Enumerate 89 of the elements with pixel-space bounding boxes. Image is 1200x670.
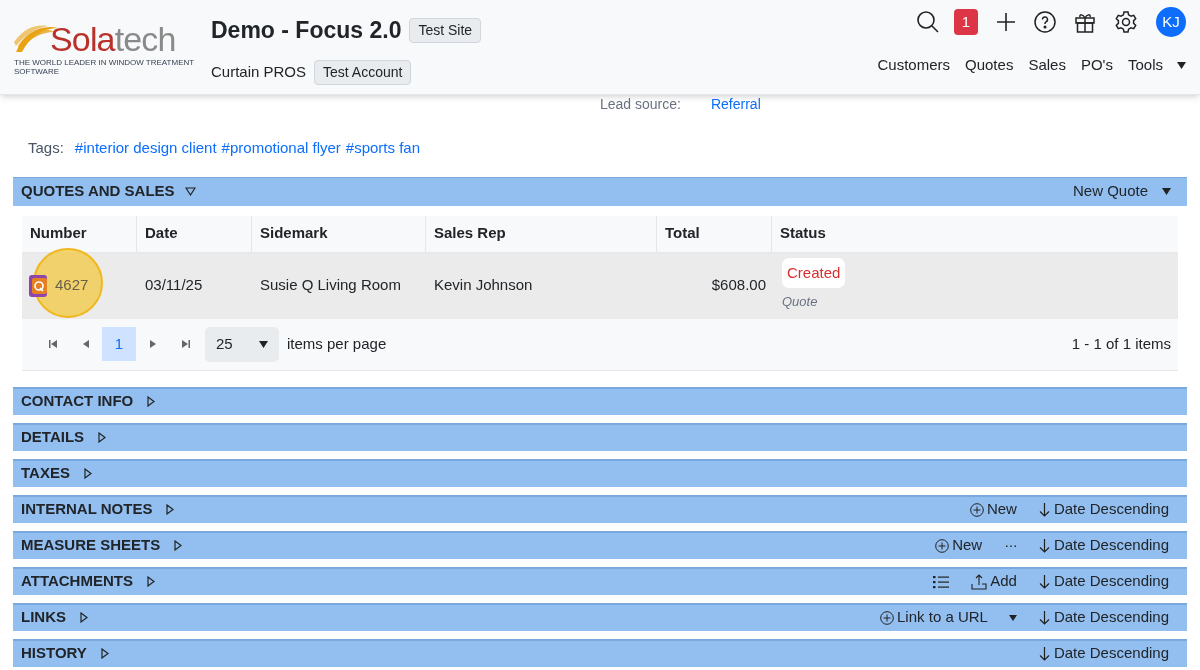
- user-avatar[interactable]: KJ: [1156, 7, 1186, 37]
- expand-icon: [80, 612, 88, 623]
- expand-icon: [146, 576, 155, 587]
- site-badge: Test Site: [409, 17, 482, 43]
- arrow-down-icon: [1038, 502, 1050, 517]
- arrow-down-icon: [1038, 538, 1050, 553]
- section-header[interactable]: MEASURE SHEETS New ··· Date Descending: [13, 530, 1187, 559]
- sort-button[interactable]: Date Descending: [1038, 642, 1179, 665]
- plus-icon[interactable]: [996, 12, 1016, 32]
- quote-type-icon: [29, 274, 47, 297]
- sort-button[interactable]: Date Descending: [1038, 498, 1179, 521]
- column-header[interactable]: Total: [665, 222, 700, 245]
- section-header[interactable]: HISTORY Date Descending: [13, 638, 1187, 667]
- column-header[interactable]: Status: [780, 222, 826, 245]
- arrow-down-icon: [1038, 610, 1050, 625]
- expand-icon: [98, 432, 107, 443]
- page-size-label: items per page: [287, 333, 387, 354]
- expand-icon: [100, 648, 109, 659]
- section-header[interactable]: LINKS Link to a URL Date Descending: [13, 602, 1187, 631]
- logo-text: Solatech: [50, 22, 176, 56]
- notification-badge[interactable]: 1: [954, 9, 978, 35]
- previous-page-icon: [82, 340, 89, 348]
- collapse-icon: [184, 187, 196, 196]
- tags-label: Tags:: [28, 138, 64, 158]
- first-page-icon: [48, 340, 57, 348]
- add-button[interactable]: Add: [971, 570, 1017, 593]
- sort-button[interactable]: Date Descending: [1038, 606, 1179, 629]
- section-header[interactable]: QUOTES AND SALES New Quote: [13, 176, 1187, 206]
- arrow-down-icon: [1038, 646, 1050, 661]
- plus-circle-icon: [969, 502, 984, 517]
- nav-link[interactable]: Sales: [1028, 54, 1066, 77]
- table-cell-text: Susie Q Living Room: [260, 275, 401, 296]
- caret-icon: [259, 340, 268, 348]
- gift-icon[interactable]: [1074, 11, 1096, 33]
- page-button[interactable]: 1: [102, 327, 136, 361]
- column-header[interactable]: Number: [30, 222, 87, 245]
- search-icon[interactable]: [916, 10, 940, 34]
- more-button[interactable]: ···: [1004, 534, 1017, 557]
- table-cell-text: 03/11/25: [145, 275, 203, 296]
- sort-button[interactable]: Date Descending: [1038, 534, 1179, 557]
- section-header[interactable]: ATTACHMENTS Add Date Descending: [13, 566, 1187, 595]
- upload-icon: [971, 573, 988, 590]
- status-badge: Created: [782, 257, 846, 288]
- expand-icon: [83, 468, 92, 479]
- column-header[interactable]: Date: [145, 222, 178, 245]
- next-page-icon: [149, 340, 156, 348]
- nav-link[interactable]: Tools: [1127, 54, 1186, 77]
- column-header[interactable]: Sidemark: [260, 222, 328, 245]
- page-size-dropdown[interactable]: 25: [205, 326, 279, 362]
- tag-link[interactable]: #interior design client: [74, 137, 217, 160]
- caret-icon: [1162, 188, 1171, 195]
- lead-source-link[interactable]: Referral: [710, 97, 761, 111]
- link-url-dropdown[interactable]: Link to a URL: [880, 606, 1017, 629]
- sort-button[interactable]: Date Descending: [1038, 570, 1179, 593]
- table-cell-text: $608.00: [711, 275, 766, 296]
- pager-summary: 1 - 1 of 1 items: [1071, 333, 1171, 354]
- new-quote-dropdown[interactable]: New Quote: [1072, 180, 1179, 203]
- new-button[interactable]: New: [935, 534, 983, 557]
- nav-link[interactable]: Quotes: [965, 54, 1014, 77]
- logo-tagline: THE WORLD LEADER IN WINDOW TREATMENT SOFTWARE: [14, 58, 194, 76]
- plus-circle-icon: [935, 538, 950, 553]
- section-header[interactable]: DETAILS: [13, 422, 1187, 451]
- caret-icon: [1008, 614, 1017, 621]
- site-title: Demo - Focus 2.0: [211, 16, 402, 45]
- plus-circle-icon: [880, 610, 895, 625]
- section-header[interactable]: CONTACT INFO: [13, 386, 1187, 415]
- table-cell-text: Kevin Johnson: [434, 275, 533, 296]
- section-header[interactable]: INTERNAL NOTES New Date Descending: [13, 494, 1187, 523]
- field-label: Lead source:: [600, 97, 681, 111]
- help-icon[interactable]: [1034, 11, 1056, 33]
- column-header[interactable]: Sales Rep: [434, 222, 506, 245]
- settings-icon[interactable]: [1114, 10, 1138, 34]
- expand-icon: [166, 504, 175, 515]
- tag-link[interactable]: #sports fan: [345, 137, 421, 160]
- quote-number-link[interactable]: 4627: [55, 274, 89, 297]
- expand-icon: [147, 396, 156, 407]
- new-button[interactable]: New: [969, 498, 1017, 521]
- record-type: Quote: [782, 293, 818, 311]
- last-page-icon: [181, 340, 190, 348]
- section-header[interactable]: TAXES: [13, 458, 1187, 487]
- nav-link[interactable]: Customers: [877, 54, 950, 77]
- account-badge: Test Account: [314, 59, 412, 85]
- list-view-button[interactable]: [933, 574, 950, 589]
- arrow-down-icon: [1038, 574, 1050, 589]
- account-name: Curtain PROS: [211, 61, 307, 82]
- tag-link[interactable]: #promotional flyer: [221, 137, 341, 160]
- list-icon: [933, 574, 950, 589]
- nav-link[interactable]: PO's: [1080, 54, 1113, 77]
- expand-icon: [174, 540, 183, 551]
